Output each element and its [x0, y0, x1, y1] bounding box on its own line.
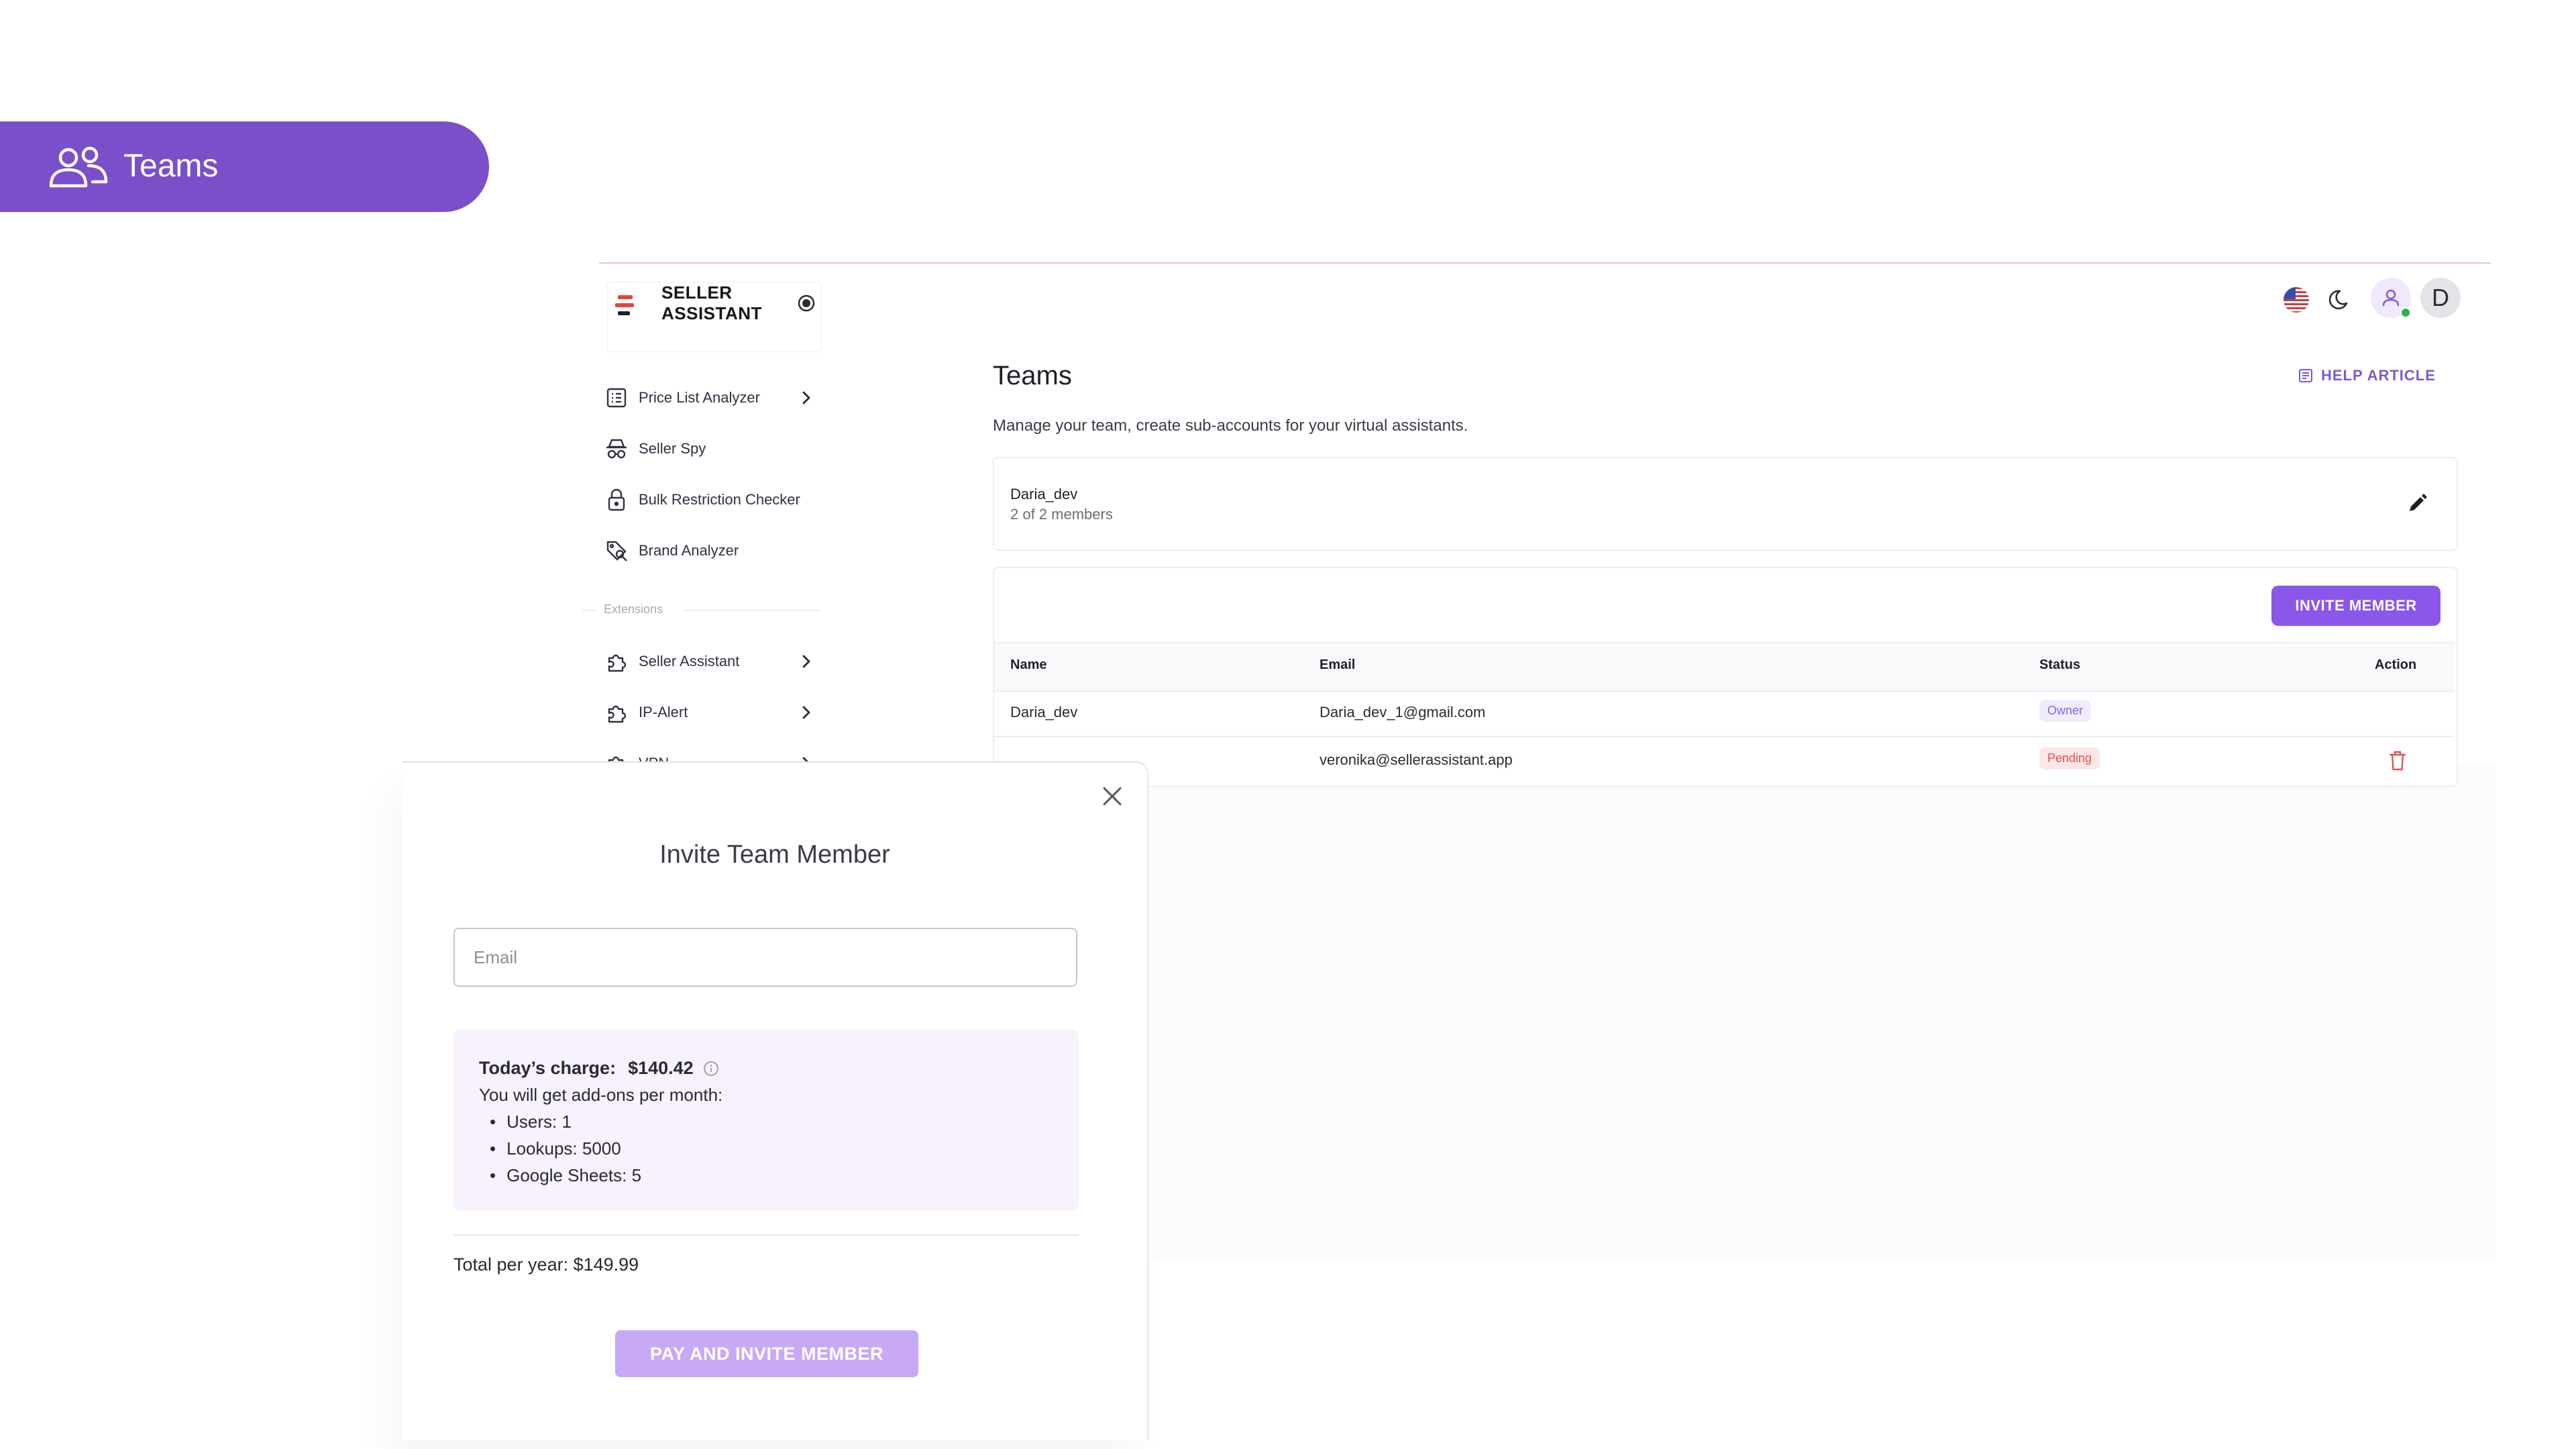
online-status-dot [2400, 307, 2411, 318]
column-header-status[interactable]: Status [2039, 657, 2080, 673]
charge-label: Today’s charge: [479, 1058, 616, 1078]
pencil-icon[interactable] [2406, 492, 2428, 515]
sidebar-item-label: IP-Alert [639, 704, 688, 720]
content-background [932, 765, 2496, 1261]
table-list-icon [606, 388, 627, 408]
window-top-border [599, 262, 2491, 264]
users-icon [49, 146, 108, 188]
status-badge: Owner [2039, 700, 2092, 722]
chevron-right-icon[interactable] [798, 704, 814, 720]
invite-member-button[interactable]: INVITE MEMBER [2271, 586, 2440, 626]
status-badge: Pending [2039, 747, 2100, 769]
table-header [994, 642, 2454, 692]
lock-icon [608, 488, 625, 511]
page-subtitle: Manage your team, create sub-accounts fo… [993, 417, 1468, 435]
team-name: Daria_dev [1010, 486, 1078, 502]
charge-amount: $140.42 [628, 1058, 694, 1078]
page-title: Teams [993, 361, 1072, 390]
team-member-count: 2 of 2 members [1010, 506, 1113, 523]
modal-divider [453, 1234, 1079, 1236]
info-icon[interactable] [703, 1061, 719, 1077]
help-article-label: HELP ARTICLE [2321, 367, 2436, 384]
sidebar-item-label: Bulk Restriction Checker [639, 491, 800, 508]
chevron-right-icon[interactable] [798, 390, 814, 406]
pin-sidebar-icon[interactable] [797, 294, 816, 313]
logo-text: SELLER ASSISTANT [661, 282, 762, 324]
table-cell-name: Daria_dev [1010, 704, 1078, 720]
list-item: Lookups: 5000 [490, 1138, 621, 1159]
sidebar-item-ip-alert[interactable]: IP-Alert [604, 692, 825, 733]
table-cell-email: Daria_dev_1@gmail.com [1320, 704, 1486, 720]
team-card [993, 457, 2458, 551]
tag-search-icon [606, 541, 627, 561]
avatar[interactable]: D [2420, 278, 2461, 318]
moon-icon[interactable] [2325, 287, 2351, 313]
sidebar-item-label: Seller Assistant [639, 653, 740, 669]
sidebar-item-seller-assistant[interactable]: Seller Assistant [604, 641, 825, 682]
sidebar-item-bulk-restriction-checker[interactable]: Bulk Restriction Checker [604, 480, 825, 520]
help-article-link[interactable]: HELP ARTICLE [2298, 367, 2436, 384]
trash-icon[interactable] [2388, 750, 2407, 771]
logo-line-1: SELLER [661, 282, 733, 303]
close-icon[interactable] [1100, 784, 1124, 808]
table-row-divider [994, 736, 2454, 737]
sidebar-section-extensions: Extensions [604, 602, 663, 616]
logo-line-2: ASSISTANT [661, 303, 762, 323]
table-cell-email: veronika@sellerassistant.app [1320, 751, 1513, 768]
pay-and-invite-button[interactable]: PAY AND INVITE MEMBER [615, 1330, 918, 1377]
column-header-email[interactable]: Email [1320, 657, 1355, 673]
addons-intro: You will get add-ons per month: [479, 1085, 723, 1105]
puzzle-icon [608, 654, 627, 672]
page-banner: Teams [0, 121, 489, 212]
banner-title: Teams [123, 148, 219, 184]
spy-icon [606, 439, 627, 459]
list-item: Google Sheets: 5 [490, 1165, 641, 1186]
puzzle-icon [608, 705, 627, 723]
user-icon [2382, 289, 2400, 307]
todays-charge: Today’s charge: $140.42 [479, 1058, 719, 1079]
sidebar-item-label: Brand Analyzer [639, 542, 739, 559]
modal-title: Invite Team Member [659, 841, 890, 869]
sidebar-item-brand-analyzer[interactable]: Brand Analyzer [604, 531, 825, 571]
column-header-action: Action [2375, 657, 2417, 672]
sidebar-item-price-list-analyzer[interactable]: Price List Analyzer [604, 378, 825, 418]
article-icon [2299, 369, 2312, 382]
sidebar-item-seller-spy[interactable]: Seller Spy [604, 429, 825, 469]
seller-assistant-logo[interactable] [614, 294, 641, 318]
list-item: Users: 1 [490, 1112, 572, 1132]
email-field[interactable] [453, 928, 1077, 987]
chevron-right-icon[interactable] [798, 653, 814, 669]
us-flag-icon[interactable] [2284, 287, 2309, 313]
sidebar-item-label: Seller Spy [639, 440, 706, 457]
sidebar-item-label: Price List Analyzer [639, 389, 760, 406]
column-header-name[interactable]: Name [1010, 657, 1046, 673]
total-per-year: Total per year: $149.99 [453, 1254, 639, 1275]
